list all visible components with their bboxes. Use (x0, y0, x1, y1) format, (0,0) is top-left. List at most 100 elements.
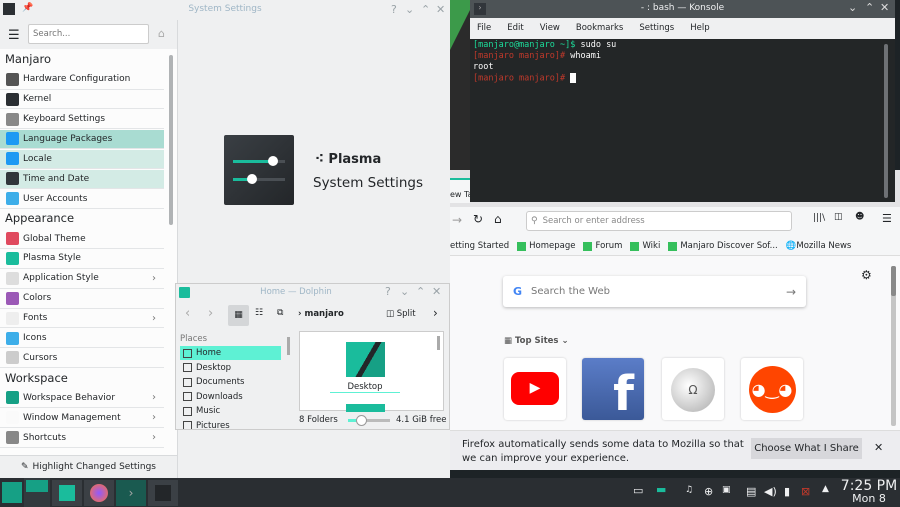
sidebar-item-kernel[interactable]: Kernel (0, 90, 164, 110)
task-konsole[interactable]: › (116, 480, 146, 506)
bookmark-item[interactable]: Manjaro Discover Sof... (668, 241, 778, 251)
place-home[interactable]: Home (180, 346, 281, 360)
task-firefox[interactable] (84, 480, 114, 506)
pager[interactable] (24, 478, 50, 507)
settings-gear-icon[interactable]: ⚙ (861, 268, 872, 282)
home-icon[interactable]: ⌂ (158, 27, 165, 40)
network-disconnected-icon[interactable]: ⊠ (801, 485, 810, 498)
place-documents[interactable]: Documents (180, 375, 281, 389)
menu-bookmarks[interactable]: Bookmarks (576, 23, 624, 33)
maximize-button[interactable]: ⌃ (421, 3, 430, 16)
place-music[interactable]: Music (180, 404, 281, 418)
sidebar-item-keyboard-settings[interactable]: Keyboard Settings (0, 110, 164, 130)
sidebar-item-user-accounts[interactable]: User Accounts (0, 189, 164, 209)
sidebar-item-plasma-style[interactable]: Plasma Style (0, 249, 164, 269)
terminal-tray-icon[interactable]: ▣ (722, 485, 731, 495)
close-button[interactable]: ✕ (880, 1, 889, 14)
reload-button[interactable]: ↻ (473, 212, 483, 226)
place-desktop[interactable]: Desktop (180, 361, 281, 375)
minimize-button[interactable]: ⌄ (405, 3, 414, 16)
sidebar-item-locale[interactable]: Locale (0, 149, 164, 170)
application-launcher[interactable] (2, 482, 22, 503)
close-button[interactable]: ✕ (436, 3, 445, 16)
menu-icon[interactable]: ☰ (882, 212, 892, 225)
top-site-youtube[interactable]: ▶ (504, 358, 566, 420)
home-button[interactable]: ⌂ (494, 212, 502, 226)
top-sites-heading[interactable]: ▦ Top Sites ⌄ (504, 336, 569, 346)
back-button[interactable]: ‹ (185, 306, 190, 321)
web-search-box[interactable]: G Search the Web → (503, 276, 806, 307)
sidebar-item-language-packages[interactable]: Language Packages (0, 129, 164, 150)
top-site-facebook[interactable]: f (582, 358, 644, 420)
task-dolphin[interactable] (52, 480, 82, 506)
terminal-scrollbar[interactable] (884, 44, 888, 198)
breadcrumb[interactable]: › manjaro (298, 309, 344, 319)
minimize-button[interactable]: ⌄ (400, 285, 409, 298)
sidebar-item-hardware-configuration[interactable]: Hardware Configuration (0, 70, 164, 90)
choose-what-i-share-button[interactable]: Choose What I Share (751, 438, 862, 459)
menu-file[interactable]: File (477, 23, 491, 33)
folder-icon[interactable]: ▬ (656, 483, 666, 496)
sidebar-item-shortcuts[interactable]: Shortcuts › (0, 428, 164, 448)
place-pictures[interactable]: Pictures (180, 419, 281, 429)
library-icon[interactable]: |||\ (813, 213, 825, 223)
icons-view-button[interactable]: ▦ (228, 305, 249, 326)
minimize-button[interactable]: ⌄ (848, 1, 857, 14)
forward-button[interactable]: → (452, 213, 462, 227)
file-scrollbar[interactable] (437, 336, 440, 350)
sidebar-item-window-management[interactable]: Window Management › (0, 409, 164, 428)
arrow-right-icon[interactable]: → (786, 285, 796, 299)
highlight-changed-settings-button[interactable]: ✎ Highlight Changed Settings (0, 455, 177, 478)
updates-icon[interactable]: ⊕ (704, 485, 713, 498)
sidebar-item-icons[interactable]: Icons (0, 329, 164, 349)
bookmark-item[interactable]: Wiki (630, 241, 660, 251)
sidebar-scrollbar[interactable] (169, 55, 173, 225)
maximize-button[interactable]: ⌃ (416, 285, 425, 298)
clock[interactable]: 7:25 PM Mon 8 (838, 478, 900, 505)
page-scrollbar[interactable] (891, 266, 896, 426)
show-desktop-icon[interactable]: ▭ (633, 484, 643, 497)
usb-icon[interactable]: ▮ (784, 485, 790, 498)
bookmark-item[interactable]: 🌐 Mozilla News (786, 241, 852, 251)
top-site-wikipedia[interactable]: Ω (662, 358, 724, 420)
close-notification-icon[interactable]: ✕ (874, 441, 883, 454)
tab-new-tab[interactable]: ew Ta (450, 178, 470, 203)
tray-expand-icon[interactable]: ▲ (822, 484, 829, 494)
sidebar-item-time-and-date[interactable]: Time and Date (0, 169, 164, 189)
clipboard-icon[interactable]: ▤ (746, 485, 756, 498)
bookmark-item[interactable]: Forum (583, 241, 622, 251)
menu-view[interactable]: View (540, 23, 560, 33)
search-input[interactable] (28, 24, 149, 44)
close-button[interactable]: ✕ (432, 285, 441, 298)
terminal-output[interactable]: [manjaro@manjaro ~]$ sudo su [manjaro man… (473, 40, 616, 84)
more-button[interactable]: › (433, 306, 438, 320)
help-button[interactable]: ? (385, 285, 391, 298)
help-button[interactable]: ? (391, 3, 397, 16)
menu-help[interactable]: Help (690, 23, 709, 33)
sidebar-item-workspace-behavior[interactable]: Workspace Behavior › (0, 389, 164, 409)
menu-edit[interactable]: Edit (507, 23, 523, 33)
sidebar-item-cursors[interactable]: Cursors (0, 349, 164, 369)
hamburger-menu-icon[interactable]: ☰ (8, 28, 20, 43)
menu-settings[interactable]: Settings (639, 23, 674, 33)
sidebar-item-global-theme[interactable]: Global Theme (0, 229, 164, 249)
top-site-reddit[interactable]: ◕‿◕ (741, 358, 803, 420)
address-bar[interactable]: ⚲ Search or enter address (526, 211, 792, 231)
bookmark-item[interactable]: etting Started (450, 241, 509, 251)
task-system-settings[interactable] (148, 480, 178, 506)
sidebar-item-application-style[interactable]: Application Style › (0, 269, 164, 289)
file-desktop[interactable]: Desktop (330, 382, 400, 393)
notifications-icon[interactable]: ♫ (685, 485, 693, 495)
account-icon[interactable]: ☻ (855, 212, 864, 222)
sidebar-item-fonts[interactable]: Fonts › (0, 309, 164, 329)
maximize-button[interactable]: ⌃ (865, 1, 874, 14)
zoom-slider[interactable] (348, 415, 390, 426)
forward-button[interactable]: › (208, 306, 213, 321)
sidebar-item-colors[interactable]: Colors (0, 289, 164, 309)
compact-view-button[interactable]: ⧉ (277, 308, 283, 318)
place-downloads[interactable]: Downloads (180, 390, 281, 404)
details-view-button[interactable]: ☷ (255, 308, 263, 318)
split-button[interactable]: ◫ Split (386, 309, 416, 319)
sidebar-icon[interactable]: ◫ (834, 212, 843, 222)
places-scrollbar[interactable] (287, 337, 290, 355)
